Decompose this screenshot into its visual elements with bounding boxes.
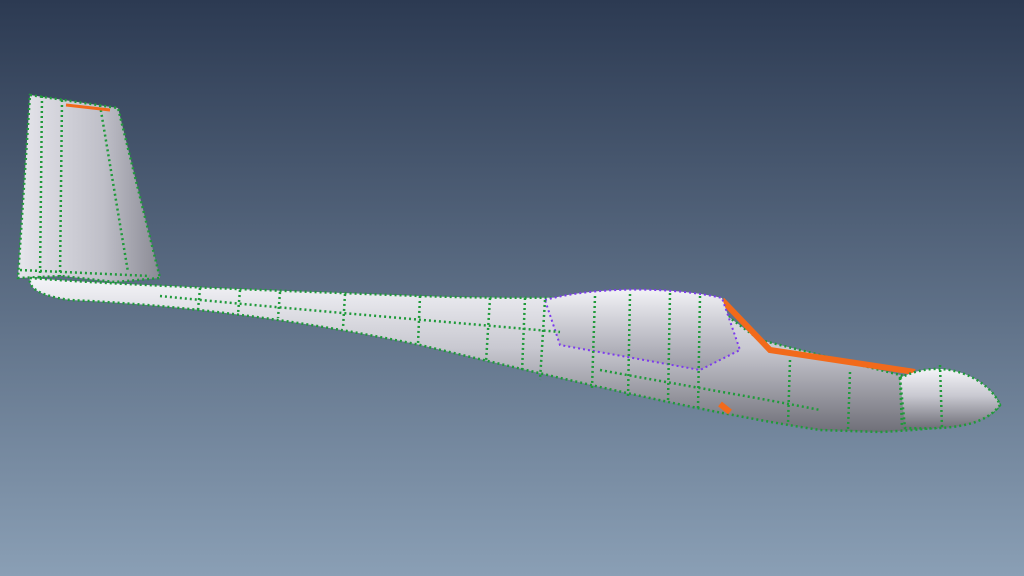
glider-mesh-render[interactable] [0,0,1024,576]
3d-viewport[interactable] [0,0,1024,576]
fuselage[interactable] [28,276,1002,434]
tail-fin[interactable] [16,93,162,284]
